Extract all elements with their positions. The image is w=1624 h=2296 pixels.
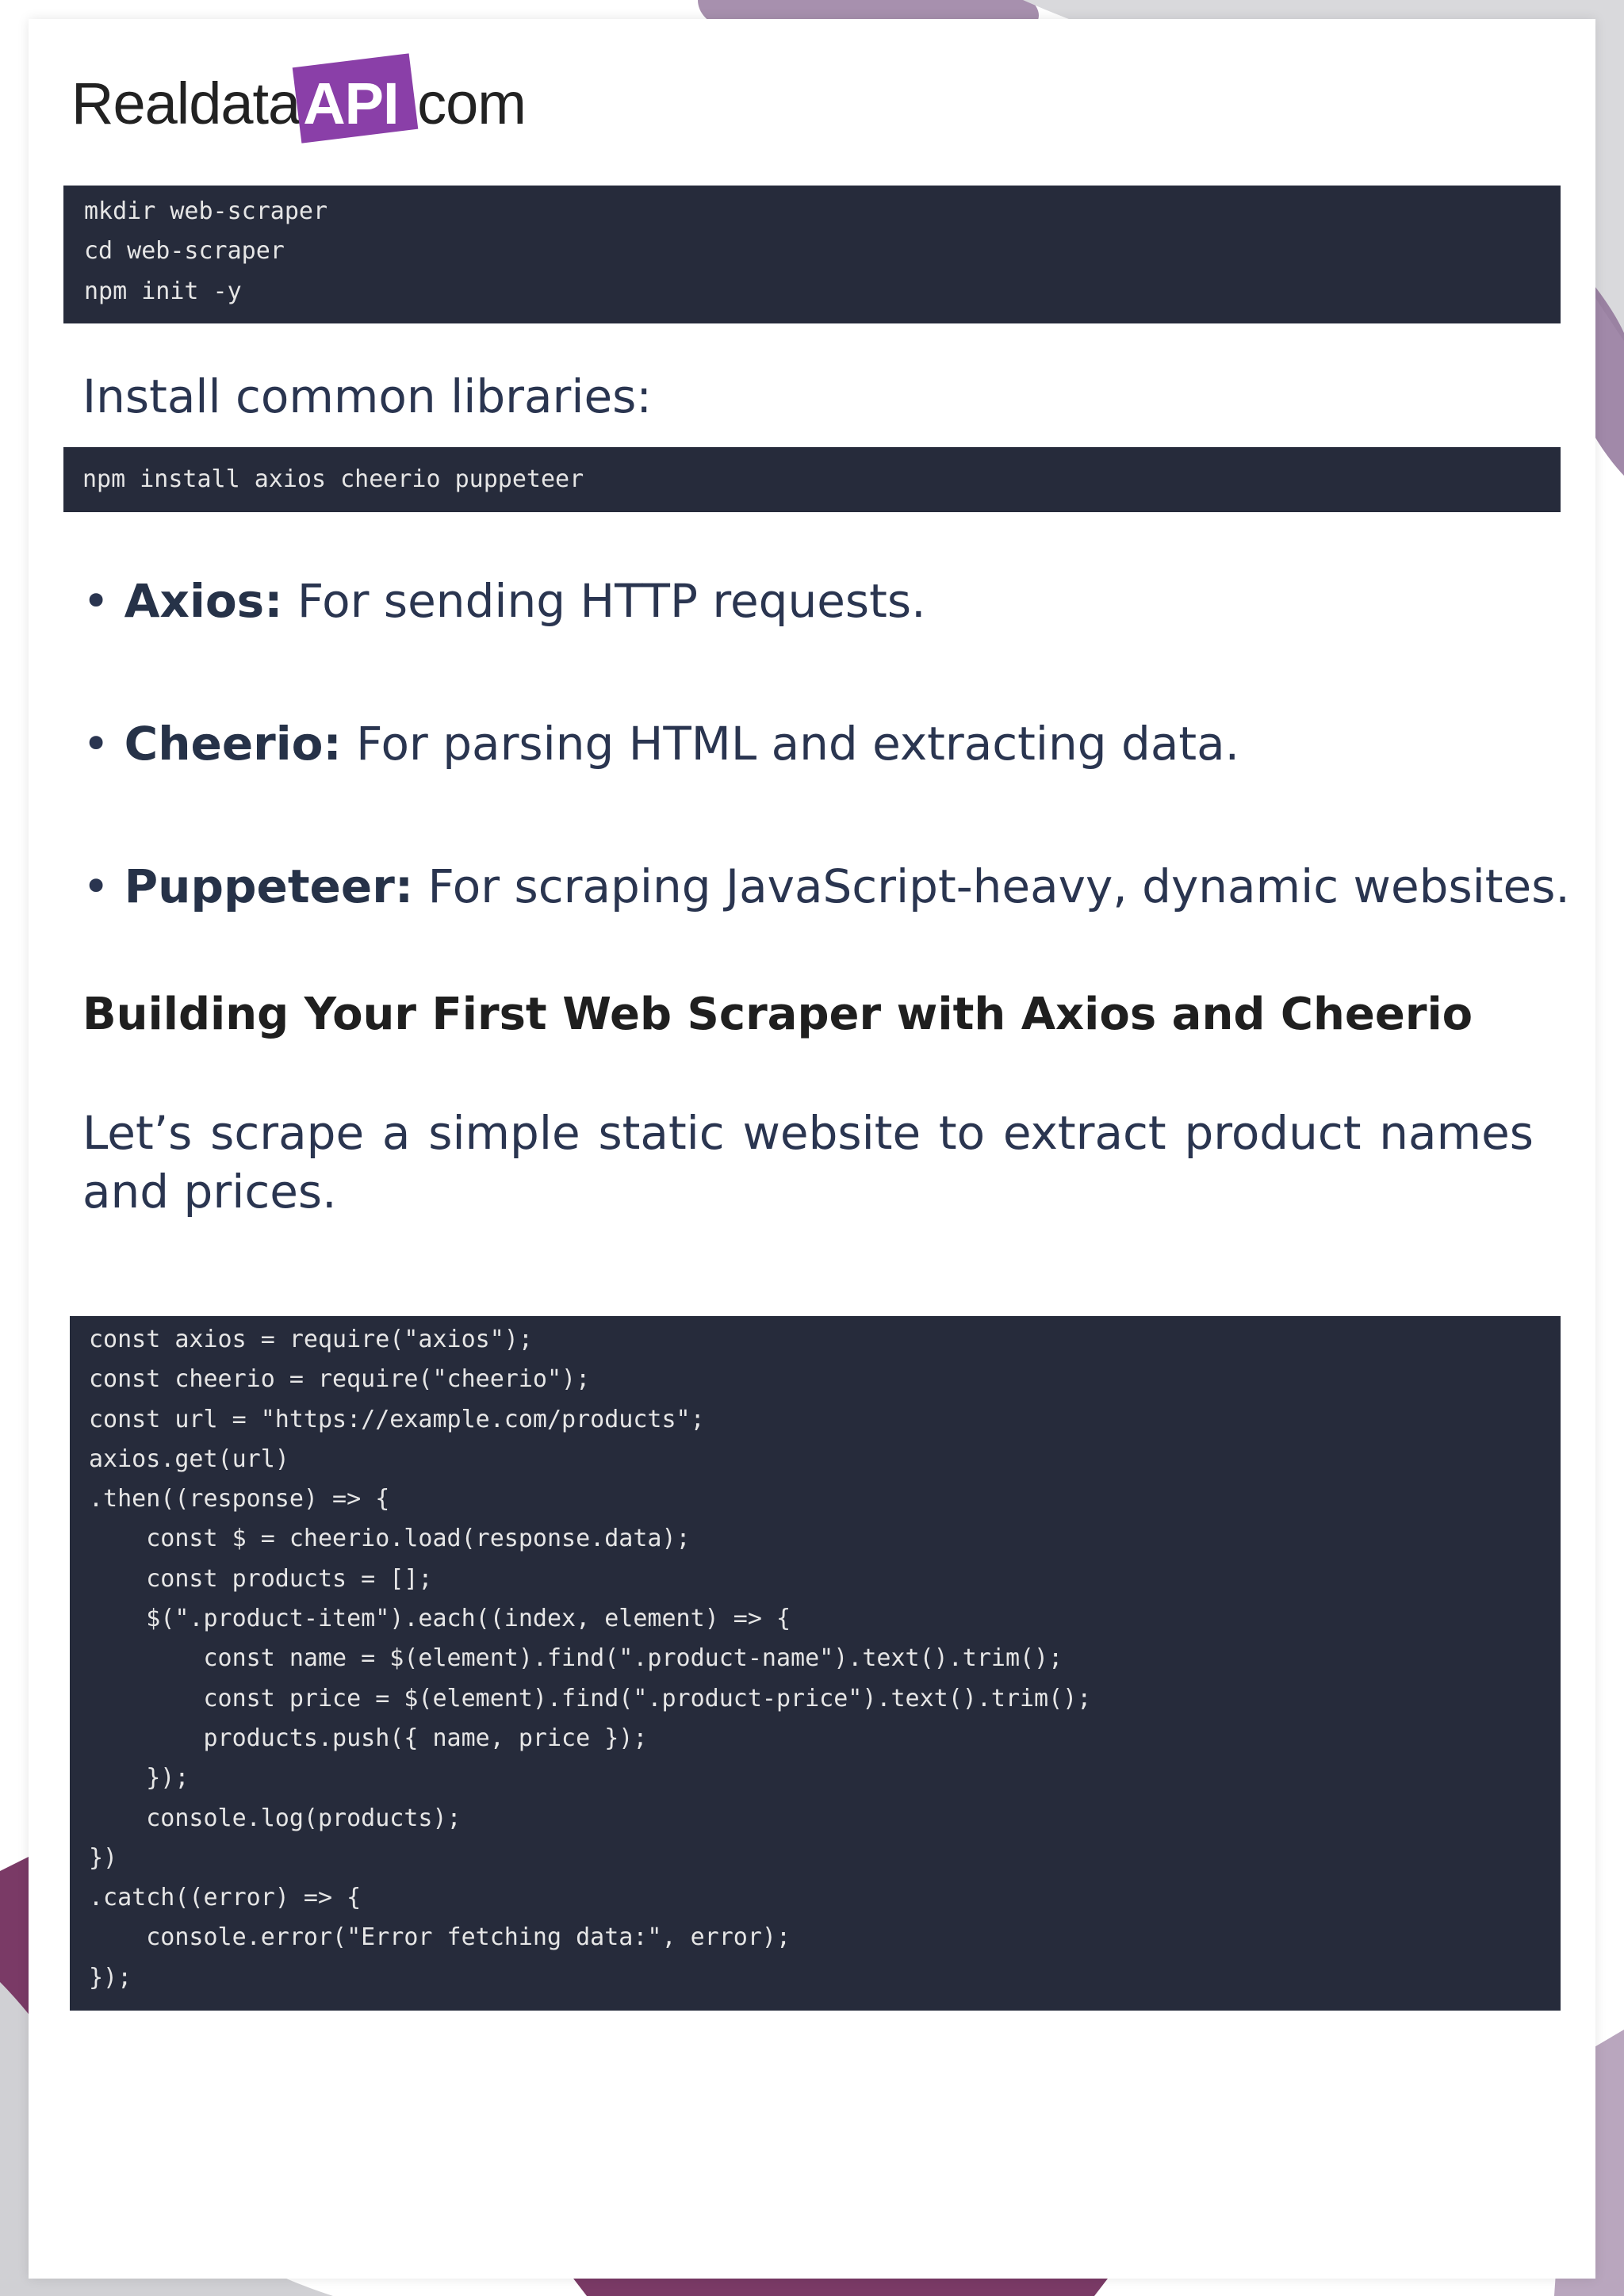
code-line: }): [89, 1843, 118, 1872]
code-line: cd web-scraper: [84, 237, 285, 266]
bullet-term: Puppeteer:: [124, 859, 414, 913]
code-line: });: [89, 1764, 190, 1793]
code-line: const url = "https://example.com/product…: [89, 1405, 705, 1433]
code-line: const price = $(element).find(".product-…: [89, 1684, 1092, 1712]
code-line: const cheerio = require("cheerio");: [89, 1365, 591, 1394]
code-line: mkdir web-scraper: [84, 197, 328, 225]
section-heading: Building Your First Web Scraper with Axi…: [82, 989, 1473, 1040]
code-line: const products = [];: [89, 1564, 433, 1593]
bullet-puppeteer: • Puppeteer: For scraping JavaScript-hea…: [82, 859, 1570, 913]
code-line: .catch((error) => {: [89, 1884, 362, 1912]
code-line: const axios = require("axios");: [89, 1326, 533, 1353]
bullet-term: Axios:: [124, 574, 283, 628]
bullet-description: For scraping JavaScript-heavy, dynamic w…: [413, 859, 1570, 913]
code-block-project-setup: mkdir web-scraper cd web-scraper npm ini…: [63, 186, 1561, 323]
logo-suffix: .com: [401, 70, 527, 136]
code-line: npm init -y: [84, 277, 242, 305]
code-line: console.log(products);: [89, 1804, 462, 1832]
bullet-axios: • Axios: For sending HTTP requests.: [82, 574, 926, 628]
code-line: .then((response) => {: [89, 1485, 390, 1513]
realdataapi-logo: Realdata API .com: [71, 52, 527, 144]
code-line: const name = $(element).find(".product-n…: [89, 1644, 1063, 1673]
code-line: console.error("Error fetching data:", er…: [89, 1923, 791, 1952]
logo-prefix: Realdata: [71, 70, 301, 136]
bullet-term: Cheerio:: [124, 717, 342, 771]
code-line: $(".product-item").each((index, element)…: [89, 1605, 791, 1633]
intro-paragraph: Let’s scrape a simple static website to …: [82, 1106, 1534, 1219]
install-libraries-label: Install common libraries:: [82, 369, 652, 423]
bullet-cheerio: • Cheerio: For parsing HTML and extracti…: [82, 717, 1240, 771]
code-line: const $ = cheerio.load(response.data);: [89, 1525, 691, 1553]
logo-api-text: API: [303, 70, 399, 136]
code-line: products.push({ name, price });: [89, 1724, 648, 1752]
code-line: npm install axios cheerio puppeteer: [82, 465, 584, 493]
bullet-description: For parsing HTML and extracting data.: [341, 717, 1240, 771]
code-block-npm-install: npm install axios cheerio puppeteer: [63, 447, 1561, 512]
code-line: });: [89, 1963, 132, 1992]
bullet-description: For sending HTTP requests.: [282, 574, 926, 628]
logo-api-badge: API: [292, 52, 419, 144]
code-block-scraper-example: const axios = require("axios"); const ch…: [70, 1316, 1561, 2011]
code-line: axios.get(url): [89, 1445, 289, 1473]
